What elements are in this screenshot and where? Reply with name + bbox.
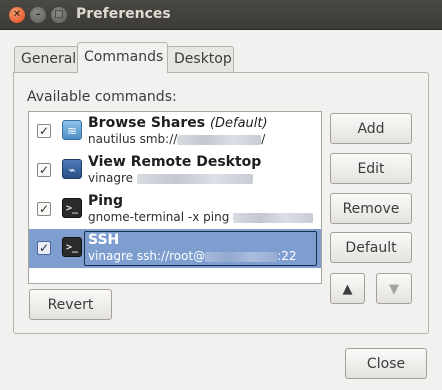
command-detail: vinagre ssh://root@:22 [88, 249, 297, 263]
command-enabled-checkbox[interactable]: ✓ [37, 202, 51, 216]
redacted-host [177, 134, 262, 145]
tab-desktop[interactable]: Desktop [167, 46, 234, 72]
command-row-ssh[interactable]: ✓ >_ SSH vinagre ssh://root@:22 [29, 229, 321, 268]
edit-button[interactable]: Edit [330, 153, 412, 184]
command-detail: gnome-terminal -x ping [88, 210, 314, 224]
command-name: View Remote Desktop [88, 154, 262, 170]
window-minimize-icon[interactable]: – [30, 7, 46, 23]
terminal-icon: >_ [62, 198, 82, 218]
available-commands-label: Available commands: [27, 89, 177, 105]
command-name: SSH [88, 232, 120, 248]
remote-desktop-icon: ⌁ [62, 159, 82, 179]
tab-commands[interactable]: Commands [77, 42, 168, 73]
window-close-icon[interactable]: ✕ [9, 7, 25, 23]
revert-button[interactable]: Revert [29, 289, 112, 320]
title-bar: ✕ – □ Preferences [0, 0, 442, 30]
redacted-host [205, 251, 278, 262]
arrow-down-icon: ▼ [389, 281, 399, 297]
command-enabled-checkbox[interactable]: ✓ [37, 241, 51, 255]
remove-button[interactable]: Remove [330, 193, 412, 224]
redacted-host [233, 212, 314, 223]
window-title: Preferences [76, 6, 171, 22]
default-button[interactable]: Default [330, 232, 412, 263]
arrow-up-icon: ▲ [342, 281, 353, 297]
command-row-browse-shares[interactable]: ✓ ≋ Browse Shares (Default) nautilus smb… [29, 112, 321, 151]
default-hint: (Default) [209, 116, 268, 131]
redacted-host [136, 173, 253, 184]
move-down-button[interactable]: ▼ [376, 273, 412, 304]
terminal-icon: >_ [62, 237, 82, 257]
command-list[interactable]: ✓ ≋ Browse Shares (Default) nautilus smb… [28, 111, 322, 284]
command-enabled-checkbox[interactable]: ✓ [37, 163, 51, 177]
move-up-button[interactable]: ▲ [330, 273, 365, 304]
folder-share-icon: ≋ [62, 120, 82, 140]
close-button[interactable]: Close [345, 348, 427, 379]
add-button[interactable]: Add [330, 113, 412, 144]
command-row-ping[interactable]: ✓ >_ Ping gnome-terminal -x ping [29, 190, 321, 229]
command-detail: vinagre [88, 171, 253, 185]
window-maximize-icon[interactable]: □ [51, 7, 67, 23]
command-name: Browse Shares (Default) [88, 115, 268, 131]
tab-general[interactable]: General [14, 46, 78, 72]
command-name: Ping [88, 193, 124, 209]
command-row-view-remote-desktop[interactable]: ✓ ⌁ View Remote Desktop vinagre [29, 151, 321, 190]
command-detail: nautilus smb:/// [88, 132, 266, 146]
command-enabled-checkbox[interactable]: ✓ [37, 124, 51, 138]
